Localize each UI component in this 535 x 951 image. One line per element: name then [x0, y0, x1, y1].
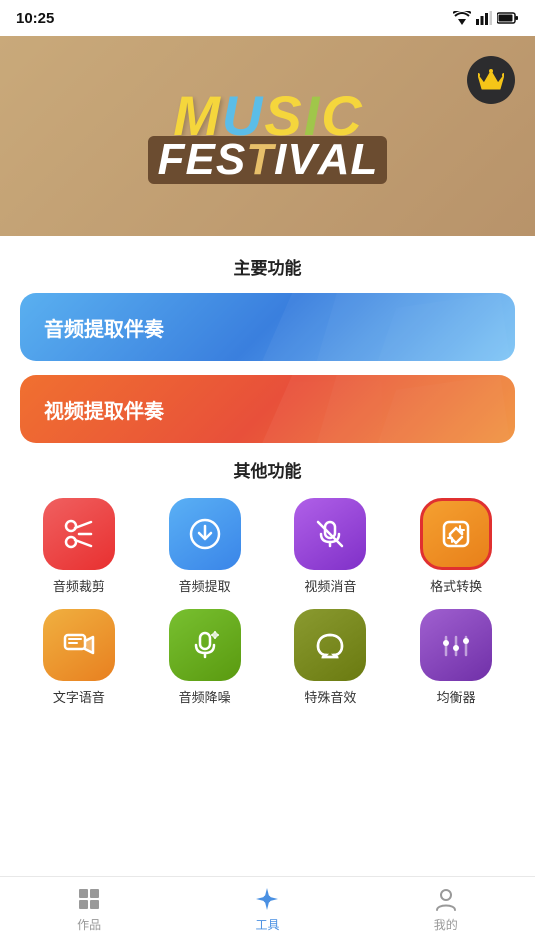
features-grid: 音频裁剪 音频提取 视频消音	[20, 498, 515, 706]
mic-enhance-icon	[187, 627, 223, 663]
wifi-icon	[453, 11, 471, 25]
grid-item-format-convert[interactable]: 格式转换	[397, 498, 515, 595]
text-voice-icon-box	[43, 609, 115, 681]
equalizer-icon	[438, 627, 474, 663]
profile-icon	[433, 886, 459, 912]
status-time: 10:25	[16, 10, 54, 27]
works-icon	[76, 886, 102, 912]
profile-label: 我的	[434, 916, 458, 933]
audio-denoise-icon-box	[169, 609, 241, 681]
equalizer-icon-box	[420, 609, 492, 681]
grid-item-video-mute[interactable]: 视频消音	[272, 498, 390, 595]
video-mute-label: 视频消音	[304, 576, 356, 595]
text-voice-icon	[61, 627, 97, 663]
audio-cut-label: 音频裁剪	[53, 576, 105, 595]
scissors-icon	[61, 516, 97, 552]
grid-item-audio-cut[interactable]: 音频裁剪	[20, 498, 138, 595]
grid-item-special-effect[interactable]: 特殊音效	[272, 609, 390, 706]
battery-icon	[497, 12, 519, 24]
omega-icon	[312, 627, 348, 663]
audio-btn-label: 音频提取伴奏	[44, 313, 164, 342]
download-circle-icon	[187, 516, 223, 552]
grid-item-text-voice[interactable]: 文字语音	[20, 609, 138, 706]
banner: M U S I C F E S T I V A L	[0, 36, 535, 236]
audio-denoise-label: 音频降噪	[179, 687, 231, 706]
bottom-nav: 作品 工具 我的	[0, 876, 535, 951]
works-label: 作品	[77, 916, 101, 933]
video-extract-btn[interactable]: 视频提取伴奏	[20, 375, 515, 443]
section2-title: 其他功能	[20, 457, 515, 482]
special-effect-icon-box	[294, 609, 366, 681]
mic-off-icon	[312, 516, 348, 552]
crown-icon	[478, 69, 504, 91]
format-convert-label: 格式转换	[430, 576, 482, 595]
equalizer-label: 均衡器	[437, 687, 476, 706]
special-effect-label: 特殊音效	[304, 687, 356, 706]
crown-badge[interactable]	[467, 56, 515, 104]
video-btn-decoration	[218, 375, 515, 443]
video-mute-icon-box	[294, 498, 366, 570]
banner-text: M U S I C F E S T I V A L	[148, 88, 388, 184]
text-voice-label: 文字语音	[53, 687, 105, 706]
video-btn-label: 视频提取伴奏	[44, 395, 164, 424]
nav-profile[interactable]: 我的	[433, 886, 459, 933]
main-content: 主要功能 音频提取伴奏 视频提取伴奏 其他功能	[0, 254, 535, 706]
nav-works[interactable]: 作品	[76, 886, 102, 933]
audio-btn-decoration	[218, 293, 515, 361]
tools-label: 工具	[255, 916, 279, 933]
nav-tools[interactable]: 工具	[254, 886, 280, 933]
status-icons	[453, 11, 519, 25]
audio-extract-btn[interactable]: 音频提取伴奏	[20, 293, 515, 361]
audio-extract-icon-box	[169, 498, 241, 570]
tools-icon	[254, 886, 280, 912]
grid-item-equalizer[interactable]: 均衡器	[397, 609, 515, 706]
format-convert-icon-box	[420, 498, 492, 570]
convert-icon	[438, 516, 474, 552]
section1-title: 主要功能	[20, 254, 515, 279]
status-bar: 10:25	[0, 0, 535, 36]
signal-icon	[476, 11, 492, 25]
grid-item-audio-denoise[interactable]: 音频降噪	[146, 609, 264, 706]
audio-extract-label: 音频提取	[179, 576, 231, 595]
audio-cut-icon-box	[43, 498, 115, 570]
grid-item-audio-extract[interactable]: 音频提取	[146, 498, 264, 595]
